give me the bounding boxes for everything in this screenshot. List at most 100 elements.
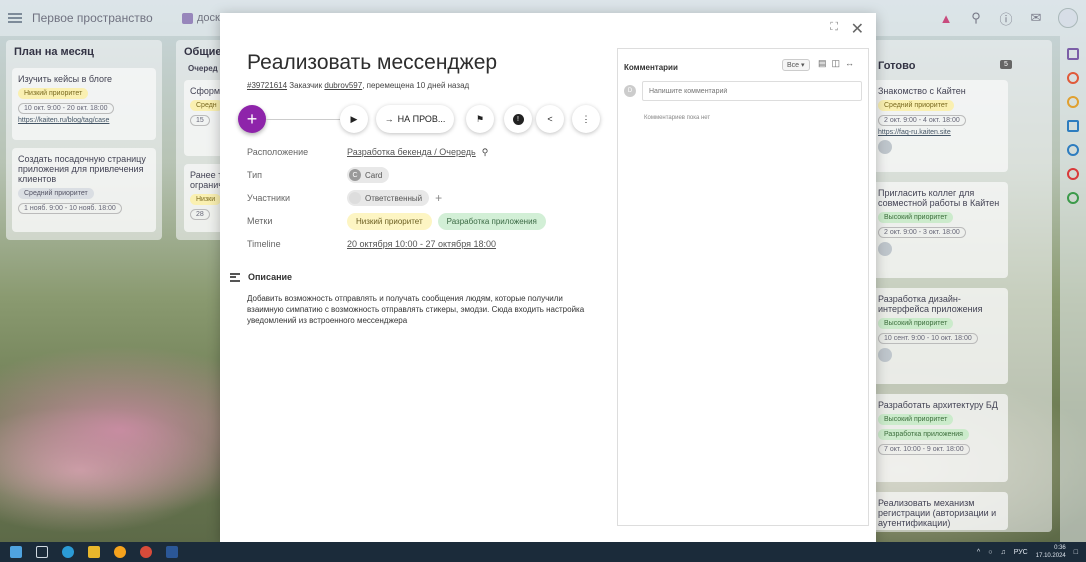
description-header: Описание: [230, 272, 292, 282]
add-member-icon[interactable]: +: [435, 191, 442, 205]
share-icon[interactable]: <: [536, 105, 564, 133]
notifications-icon[interactable]: □: [1074, 549, 1078, 556]
move-button-label: НА ПРОВ...: [397, 114, 446, 124]
prop-value: Ответственный +: [347, 190, 442, 206]
network-icon[interactable]: ○: [988, 549, 992, 556]
type-chip[interactable]: C Card: [347, 167, 390, 183]
help-icon[interactable]: ⓘ: [998, 10, 1014, 27]
card-dates: 15: [190, 115, 210, 126]
board-card[interactable]: Знакомство с Кайтен Средний приоритет 2 …: [872, 80, 1008, 172]
card-dates: 2 окт. 9:00 - 4 окт. 18:00: [878, 115, 966, 126]
prop-label: Участники: [247, 193, 290, 203]
timer-icon[interactable]: [1067, 72, 1079, 84]
card-link[interactable]: https://kaiten.ru/blog/tag/case: [18, 117, 150, 124]
menu-icon[interactable]: [8, 13, 22, 23]
comments-filter[interactable]: Все ▾: [782, 59, 810, 71]
tag-low-priority[interactable]: Низкий приоритет: [347, 212, 432, 230]
board-card[interactable]: Создать посадочную страницу приложения д…: [12, 148, 156, 232]
yandex-browser-icon[interactable]: [114, 546, 126, 558]
clock-icon[interactable]: [1067, 96, 1079, 108]
block-icon[interactable]: [1067, 168, 1079, 180]
top-right-tools: ▲ ⚲ ⓘ ✉: [938, 8, 1078, 28]
add-button[interactable]: +: [238, 105, 266, 133]
card-id-link[interactable]: #39721614: [247, 81, 287, 90]
right-sidebar: [1060, 36, 1086, 542]
team-icon[interactable]: [1067, 48, 1079, 60]
location-link[interactable]: Разработка бекенда / Очередь: [347, 147, 476, 157]
space-name[interactable]: Первое пространство: [32, 11, 153, 25]
copy-icon[interactable]: [1067, 120, 1079, 132]
flag-icon[interactable]: ⚑: [466, 105, 494, 133]
timeline-link[interactable]: 20 октября 10:00 - 27 октября 18:00: [347, 239, 496, 249]
volume-icon[interactable]: ♫: [1000, 549, 1005, 556]
column-plan: План на месяц Изучить кейсы в блоге Низк…: [6, 40, 162, 240]
os-taskbar: ^ ○ ♫ РУС 0:36 17.10.2024 □: [0, 542, 1086, 562]
card-dates: 2 окт. 9:00 - 3 окт. 18:00: [878, 227, 966, 238]
column-done: Готово 5 Знакомство с Кайтен Средний при…: [864, 40, 1052, 532]
type-value: Card: [365, 170, 383, 180]
clock-time: 0:36: [1054, 545, 1066, 551]
board-card[interactable]: Разработать архитектуру БД Высокий приор…: [872, 394, 1008, 482]
expand-icon[interactable]: ⛶: [830, 21, 838, 34]
comments-tools: ▤ ◫ ↔: [818, 58, 854, 69]
task-view-icon[interactable]: [36, 546, 48, 558]
language-indicator[interactable]: РУС: [1014, 549, 1028, 556]
edge-icon[interactable]: [62, 546, 74, 558]
prop-value: 20 октября 10:00 - 27 октября 18:00: [347, 239, 496, 249]
file-explorer-icon[interactable]: [88, 546, 100, 558]
customer-link[interactable]: dubrov597: [324, 81, 362, 90]
settings-icon[interactable]: [1067, 144, 1079, 156]
more-icon[interactable]: ⋮: [572, 105, 600, 133]
move-button[interactable]: → НА ПРОВ...: [376, 105, 454, 133]
chevron-down-icon: ▾: [801, 62, 805, 69]
member-chip[interactable]: Ответственный: [347, 190, 430, 206]
card-dates: 7 окт. 10:00 - 9 окт. 18:00: [878, 444, 970, 455]
comments-empty-text: Комментариев пока нет: [644, 115, 711, 121]
card-link[interactable]: https://faq-ru.kaiten.site: [878, 129, 1002, 136]
type-letter: C: [349, 169, 361, 181]
card-dates: 1 нояб. 9:00 - 10 нояб. 18:00: [18, 203, 122, 214]
search-icon[interactable]: ⚲: [968, 10, 984, 26]
priority-pill: Средний приоритет: [18, 188, 94, 199]
board-card[interactable]: Изучить кейсы в блоге Низкий приоритет 1…: [12, 68, 156, 140]
layout-bottom-icon[interactable]: ▤: [818, 58, 827, 69]
prop-value: Разработка бекенда / Очередь ⚲: [347, 147, 488, 158]
user-avatar[interactable]: [1058, 8, 1078, 28]
close-icon[interactable]: ✕: [851, 19, 864, 39]
notification-icon[interactable]: ▲: [938, 10, 954, 26]
board-chip[interactable]: доск: [182, 12, 220, 24]
clock[interactable]: 0:36 17.10.2024: [1036, 544, 1066, 560]
board-card[interactable]: Пригласить коллег для совместной работы …: [872, 182, 1008, 278]
description-icon: [230, 272, 240, 282]
check-icon[interactable]: [1067, 192, 1079, 204]
system-tray: ^ ○ ♫ РУС 0:36 17.10.2024 □: [977, 544, 1078, 560]
prop-label: Расположение: [247, 147, 309, 157]
mail-icon[interactable]: ✉: [1028, 10, 1044, 26]
prop-label: Метки: [247, 216, 273, 226]
word-icon[interactable]: [166, 546, 178, 558]
description-text[interactable]: Добавить возможность отправлять и получа…: [247, 293, 587, 326]
chrome-icon[interactable]: [140, 546, 152, 558]
tag-app-dev[interactable]: Разработка приложения: [437, 212, 546, 230]
card-title: Разработать архитектуру БД: [878, 400, 998, 410]
filter-value: Все: [787, 62, 800, 69]
card-title: Создать посадочную страницу приложения д…: [18, 154, 146, 184]
windows-start-icon[interactable]: [10, 546, 22, 558]
expand-width-icon[interactable]: ↔: [845, 58, 854, 69]
alert-icon[interactable]: !: [504, 105, 532, 133]
board-card[interactable]: Разработка дизайн-интерфейса приложения …: [872, 288, 1008, 384]
tray-arrow-icon[interactable]: ^: [977, 549, 980, 556]
card-dates: 10 сент. 9:00 - 10 окт. 18:00: [878, 333, 978, 344]
board-card[interactable]: Реализовать механизм регистрации (автори…: [872, 492, 1008, 530]
comment-input[interactable]: [642, 81, 862, 101]
comments-panel: Комментарии Все ▾ ▤ ◫ ↔ D Комментариев п…: [617, 48, 869, 526]
member-avatar: [349, 192, 361, 204]
card-title[interactable]: Реализовать мессенджер: [247, 51, 497, 75]
play-button[interactable]: ▶: [340, 105, 368, 133]
board-label: доск: [197, 12, 220, 24]
card-title: Знакомство с Кайтен: [878, 86, 966, 96]
search-icon[interactable]: ⚲: [482, 147, 489, 158]
label-pill: Разработка приложения: [878, 429, 969, 440]
priority-pill: Высокий приоритет: [878, 318, 954, 329]
layout-side-icon[interactable]: ◫: [832, 58, 841, 69]
